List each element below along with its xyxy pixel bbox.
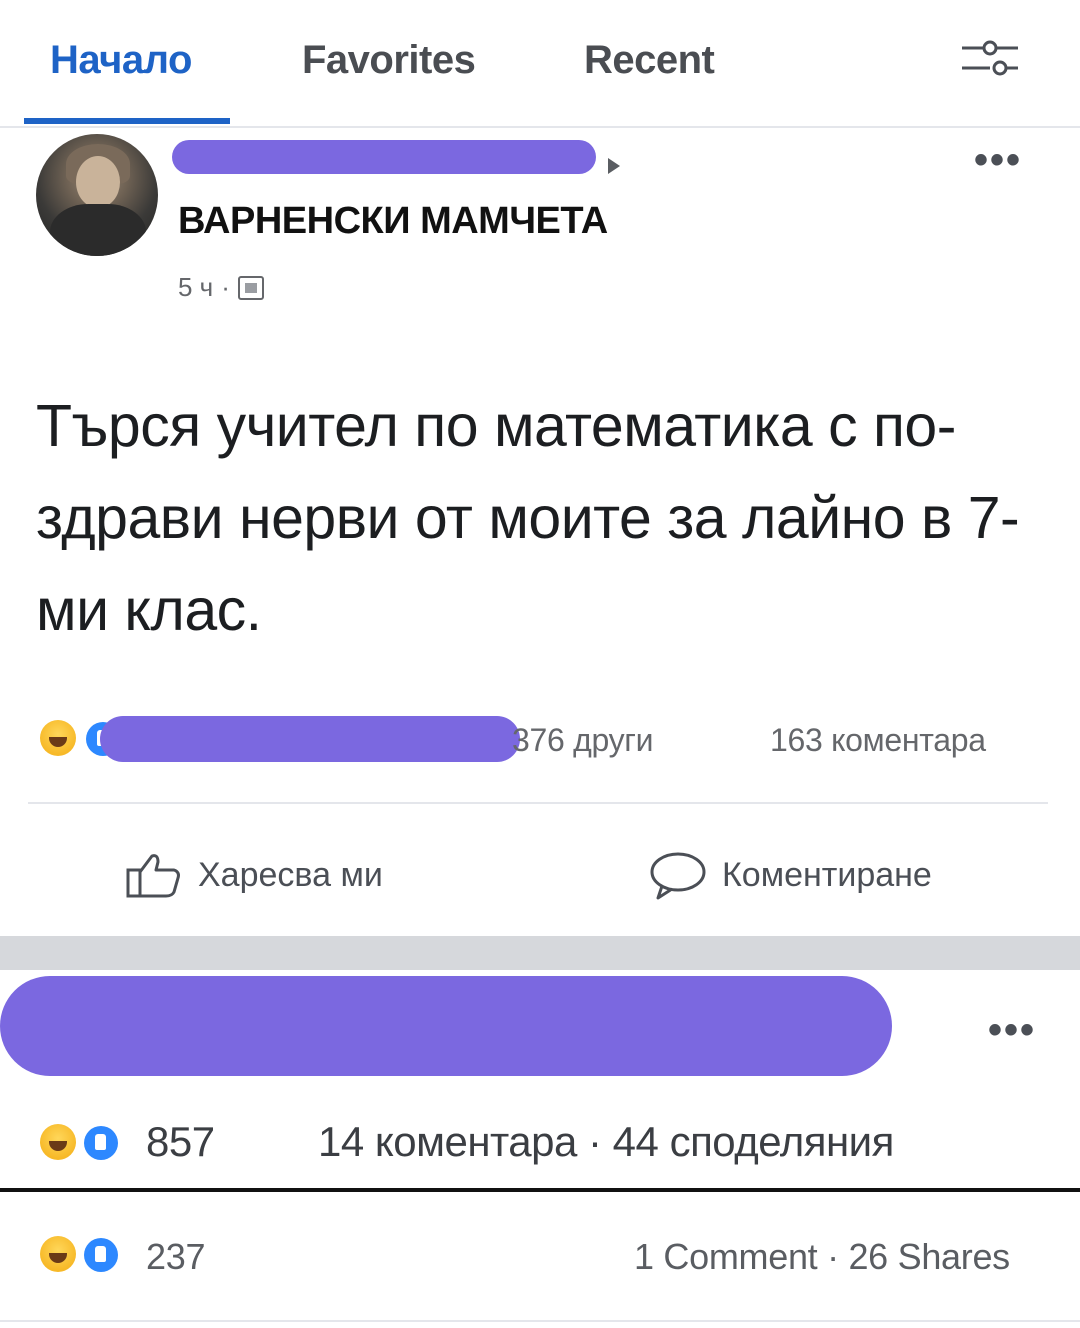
arrow-right-icon: [608, 158, 620, 174]
like-reaction-icon-2[interactable]: [84, 1126, 118, 1160]
crop-divider: [0, 1188, 1080, 1192]
redacted-reactor-names: [100, 716, 520, 762]
comments-shares-2[interactable]: 14 коментара · 44 споделяния: [318, 1118, 894, 1166]
section-divider: [0, 936, 1080, 970]
reactions-divider: [28, 802, 1048, 804]
more-options-icon-2[interactable]: •••: [988, 1010, 1036, 1050]
meta-separator: ·: [221, 272, 230, 302]
comment-button-label: Коментиране: [722, 855, 932, 894]
comments-count[interactable]: 163 коментара: [770, 722, 986, 759]
group-privacy-icon: [237, 275, 264, 300]
like-button-label: Харесва ми: [198, 855, 383, 894]
tab-recent[interactable]: Recent: [584, 38, 715, 83]
haha-reaction-icon-3[interactable]: [40, 1236, 76, 1272]
group-name[interactable]: ВАРНЕНСКИ МАМЧЕТА: [178, 200, 608, 243]
nav-divider: [0, 126, 1080, 128]
avatar-body: [50, 204, 146, 256]
active-tab-indicator: [24, 118, 230, 124]
post-time[interactable]: 5 ч: [178, 272, 213, 303]
haha-reaction-icon-2[interactable]: [40, 1124, 76, 1160]
thumbs-up-icon: [126, 854, 180, 898]
redacted-author-name: [172, 140, 596, 174]
reaction-count-2[interactable]: 857: [146, 1118, 215, 1166]
tab-home[interactable]: Начало: [50, 38, 192, 83]
comment-button[interactable]: Коментиране: [648, 850, 932, 900]
haha-reaction-icon[interactable]: [40, 720, 76, 756]
avatar-face: [76, 156, 120, 208]
tab-favorites[interactable]: Favorites: [302, 38, 476, 83]
post-meta: 5 ч ·: [178, 272, 264, 303]
reaction-others-count[interactable]: 376 други: [512, 722, 654, 759]
sliders-icon[interactable]: [958, 34, 1022, 84]
avatar[interactable]: [36, 134, 158, 256]
like-button[interactable]: Харесва ми: [124, 850, 383, 900]
more-options-icon[interactable]: •••: [974, 140, 1022, 180]
reaction-count-3[interactable]: 237: [146, 1236, 205, 1278]
comment-bubble-icon: [650, 852, 706, 900]
post-text: Търся учител по математика с по-здрави н…: [36, 393, 1020, 643]
comments-shares-3[interactable]: 1 Comment · 26 Shares: [634, 1236, 1010, 1278]
bottom-divider: [0, 1320, 1080, 1322]
like-reaction-icon-3[interactable]: [84, 1238, 118, 1272]
redacted-post-header: [0, 976, 892, 1076]
